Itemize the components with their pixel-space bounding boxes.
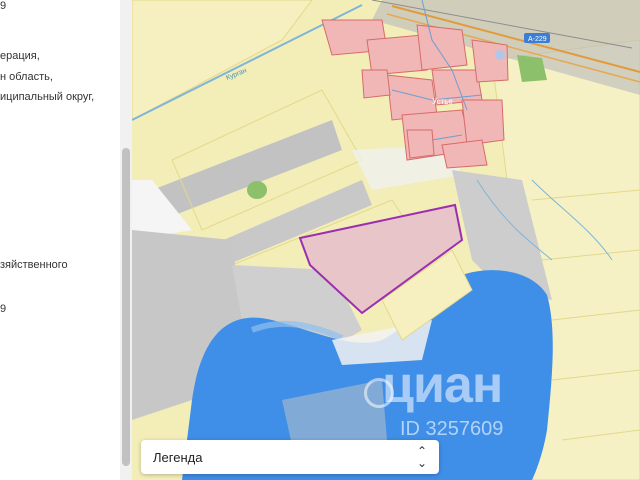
info-line: 9 (0, 0, 7, 12)
watermark-id: ID 3257609 (400, 418, 504, 440)
cadastral-map[interactable]: Курган А-229 Устье циан ID 3257609 (132, 0, 640, 480)
scrollbar-thumb[interactable] (122, 148, 130, 466)
info-line: н область, (0, 71, 53, 83)
info-line: иципальный округ, (0, 91, 95, 103)
green-patch-1 (247, 181, 267, 199)
legend-label: Легенда (153, 449, 203, 465)
highway-badge-text: А-229 (528, 36, 547, 43)
pond (495, 50, 505, 60)
panel-scrollbar[interactable] (120, 0, 132, 480)
village-name: Устье (432, 97, 453, 106)
legend-dropdown[interactable]: Легенда ⌃ ⌄ (141, 440, 439, 474)
info-panel: 9 ерация, н область, иципальный округ, з… (0, 0, 120, 480)
info-line: 9 (0, 303, 7, 315)
chevron-updown-icon: ⌃ ⌄ (416, 444, 427, 470)
watermark-text: циан (382, 356, 503, 414)
info-line: ерация, (0, 50, 40, 62)
info-line: зяйственного (0, 259, 68, 271)
